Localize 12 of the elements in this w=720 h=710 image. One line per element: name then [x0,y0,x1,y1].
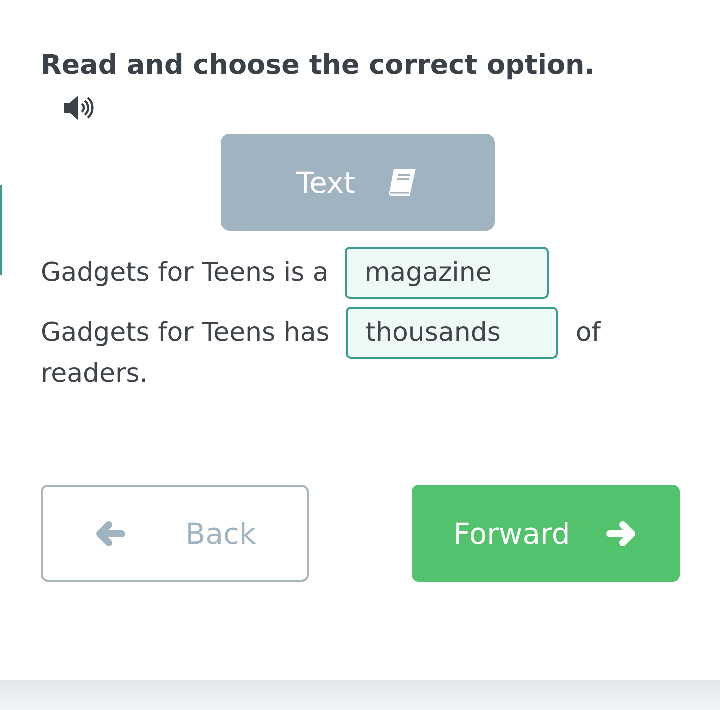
answer-field[interactable]: thousands [346,307,558,359]
sentence-text: Gadgets for Teens is a [41,257,329,290]
arrow-right-icon [606,520,638,548]
sentence-text: readers. [41,359,148,389]
answer-field[interactable]: magazine [344,247,549,299]
sentence-text: of [576,317,601,350]
sentence-text: Gadgets for Teens has [41,317,330,350]
forward-button[interactable]: Forward [412,485,680,582]
speaker-icon[interactable] [62,94,96,122]
instruction-heading: Read and choose the correct option. [40,49,596,83]
arrow-left-icon [94,520,126,548]
text-button[interactable]: Text [221,134,495,231]
